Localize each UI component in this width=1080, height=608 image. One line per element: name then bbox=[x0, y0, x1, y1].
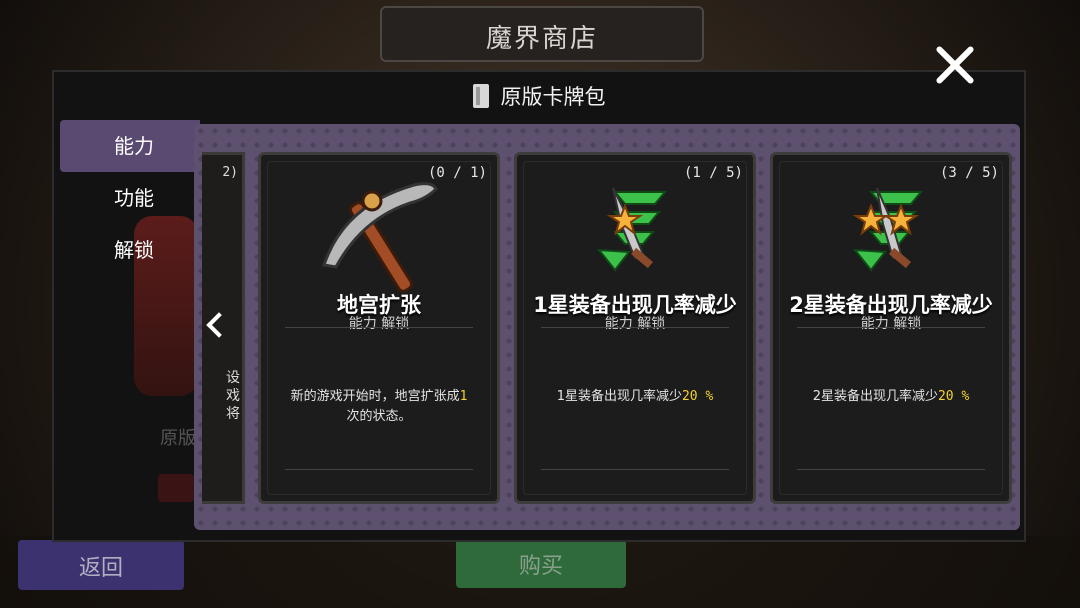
card-divider bbox=[797, 327, 985, 328]
buy-button[interactable]: 购买 bbox=[456, 536, 626, 588]
window-title-plate: 魔界商店 bbox=[380, 6, 704, 62]
window-title: 魔界商店 bbox=[485, 24, 598, 54]
card-pack-icon bbox=[472, 84, 489, 108]
card-count: 2) bbox=[222, 165, 238, 180]
card-2star-rate-down[interactable]: (3 / 5) 2星装备出现几率减少 能力 解锁 2星装备出现几率减少20 % bbox=[770, 152, 1012, 504]
card-desc-text: 新的游戏开始时，地宫扩张成 bbox=[290, 389, 460, 404]
back-button-label: 返回 bbox=[78, 556, 123, 581]
dialog-title: 原版卡牌包 bbox=[500, 85, 606, 109]
sidebar-item-ability[interactable]: 能力 bbox=[60, 120, 200, 172]
one-star-sword-down-icon bbox=[517, 175, 753, 295]
two-star-sword-down-icon bbox=[773, 175, 1009, 295]
card-1star-rate-down[interactable]: (1 / 5) 1星装备出现几率减少 能力 解锁 1星装备出现几率减少20 % bbox=[514, 152, 756, 504]
sidebar-item-unlock[interactable]: 解锁 bbox=[60, 224, 200, 276]
card-desc-highlight: 20 % bbox=[681, 389, 714, 404]
card-desc-text-2: 次的状态。 bbox=[346, 409, 412, 424]
buy-button-label: 购买 bbox=[518, 554, 563, 579]
card-desc-text: 2星装备出现几率减少 bbox=[812, 389, 938, 404]
dialog-header: 原版卡牌包 bbox=[54, 78, 1024, 114]
close-icon[interactable] bbox=[926, 36, 984, 94]
sidebar-item-feature[interactable]: 功能 bbox=[60, 172, 200, 224]
card-divider bbox=[285, 469, 473, 470]
card-divider bbox=[285, 327, 473, 328]
card-subtitle: 能力 解锁 bbox=[348, 316, 410, 332]
sidebar-item-label: 解锁 bbox=[114, 238, 154, 262]
scroll-left-arrow-icon[interactable] bbox=[202, 306, 226, 346]
card-divider bbox=[541, 327, 729, 328]
card-desc-highlight: 20 % bbox=[937, 389, 970, 404]
card-subtitle: 能力 解锁 bbox=[860, 316, 922, 332]
card-divider bbox=[797, 469, 985, 470]
card-subtitle: 能力 解锁 bbox=[604, 316, 666, 332]
background-character-badge bbox=[158, 474, 194, 502]
card-desc-fragment: 设 戏 将 bbox=[226, 370, 240, 422]
sidebar-item-label: 功能 bbox=[114, 186, 154, 210]
card-dungeon-expansion[interactable]: (0 / 1) 地宫扩张 能力 解锁 新的游戏开始时，地宫扩张成1 次的状态。 bbox=[258, 152, 500, 504]
card-desc-text: 1星装备出现几率减少 bbox=[556, 389, 682, 404]
category-sidebar: 能力 功能 解锁 bbox=[60, 120, 200, 276]
sidebar-item-label: 能力 bbox=[114, 134, 154, 158]
background-character-label: 原版 bbox=[160, 428, 196, 449]
card-description: 新的游戏开始时，地宫扩张成1 次的状态。 bbox=[279, 387, 479, 427]
card-description: 1星装备出现几率减少20 % bbox=[535, 387, 735, 407]
pickaxe-icon bbox=[261, 175, 497, 295]
card-desc-highlight: 1 bbox=[459, 389, 468, 404]
card-description: 2星装备出现几率减少20 % bbox=[791, 387, 991, 407]
card-divider bbox=[541, 469, 729, 470]
back-button[interactable]: 返回 bbox=[18, 540, 184, 590]
